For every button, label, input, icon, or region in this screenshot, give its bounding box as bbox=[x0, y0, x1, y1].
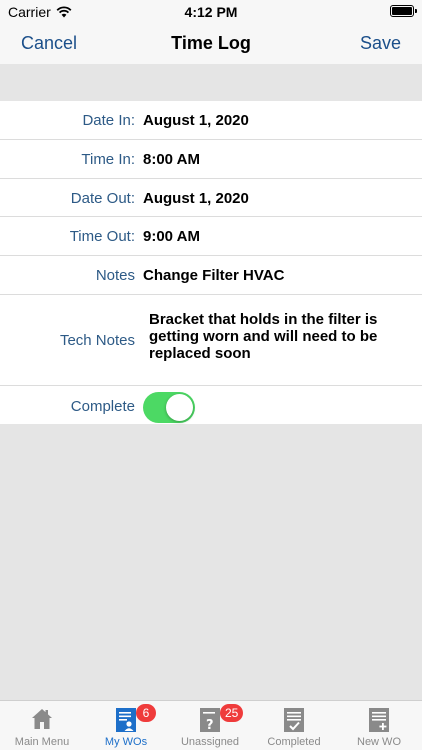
my-wos-badge: 6 bbox=[136, 704, 156, 722]
unassigned-badge: 25 bbox=[220, 704, 244, 722]
tab-label-completed: Completed bbox=[267, 736, 321, 748]
notes-row[interactable]: Notes Change Filter HVAC bbox=[0, 256, 422, 295]
date-in-label: Date In: bbox=[82, 112, 135, 129]
page-title: Time Log bbox=[171, 33, 251, 53]
time-in-row[interactable]: Time In: 8:00 AM bbox=[0, 140, 422, 179]
time-out-label: Time Out: bbox=[69, 228, 135, 245]
notes-value[interactable]: Change Filter HVAC bbox=[143, 267, 284, 284]
tech-notes-value[interactable]: Bracket that holds in the filter is gett… bbox=[149, 311, 399, 362]
my-wos-icon bbox=[116, 708, 136, 732]
tab-label-new-wo: New WO bbox=[357, 736, 401, 748]
save-button[interactable]: Save bbox=[360, 33, 401, 54]
tech-notes-row[interactable]: Tech Notes Bracket that holds in the fil… bbox=[0, 295, 422, 386]
tab-completed[interactable]: Completed bbox=[252, 701, 336, 750]
unassigned-icon: ? bbox=[200, 708, 220, 733]
svg-text:?: ? bbox=[206, 718, 214, 733]
tab-unassigned[interactable]: ? 25 Unassigned bbox=[168, 701, 252, 750]
new-wo-icon bbox=[369, 708, 389, 732]
tab-label-my-wos: My WOs bbox=[104, 736, 148, 748]
date-out-value[interactable]: August 1, 2020 bbox=[143, 190, 249, 207]
complete-toggle[interactable] bbox=[143, 392, 195, 423]
completed-icon bbox=[284, 708, 304, 732]
status-time: 4:12 PM bbox=[184, 4, 238, 20]
tech-notes-label: Tech Notes bbox=[59, 332, 135, 349]
time-in-label: Time In: bbox=[81, 151, 135, 168]
navigation-bar: Cancel Time Log Save bbox=[0, 24, 422, 64]
house-icon bbox=[32, 709, 52, 729]
tab-label-main-menu: Main Menu bbox=[14, 736, 70, 748]
date-out-label: Date Out: bbox=[70, 190, 135, 207]
time-out-row[interactable]: Time Out: 9:00 AM bbox=[0, 217, 422, 256]
date-in-row[interactable]: Date In: August 1, 2020 bbox=[0, 101, 422, 140]
time-in-value[interactable]: 8:00 AM bbox=[143, 151, 200, 168]
battery-icon bbox=[390, 5, 417, 17]
tab-new-wo[interactable]: New WO bbox=[337, 701, 421, 750]
tab-label-unassigned: Unassigned bbox=[180, 736, 240, 748]
tab-my-wos[interactable]: 6 My WOs bbox=[84, 701, 168, 750]
complete-label: Complete bbox=[70, 398, 135, 415]
toggle-knob bbox=[166, 394, 193, 421]
tab-bar: Main Menu 6 My WOs ? 25 Unassigned Compl… bbox=[0, 700, 422, 750]
notes-label: Notes bbox=[95, 267, 135, 284]
date-in-value[interactable]: August 1, 2020 bbox=[143, 112, 249, 129]
status-bar: Carrier 4:12 PM bbox=[0, 0, 422, 24]
time-log-form: Date In: August 1, 2020 Time In: 8:00 AM… bbox=[0, 101, 422, 424]
date-out-row[interactable]: Date Out: August 1, 2020 bbox=[0, 179, 422, 217]
tab-main-menu[interactable]: Main Menu bbox=[0, 701, 84, 750]
time-out-value[interactable]: 9:00 AM bbox=[143, 228, 200, 245]
complete-row: Complete bbox=[0, 386, 422, 424]
